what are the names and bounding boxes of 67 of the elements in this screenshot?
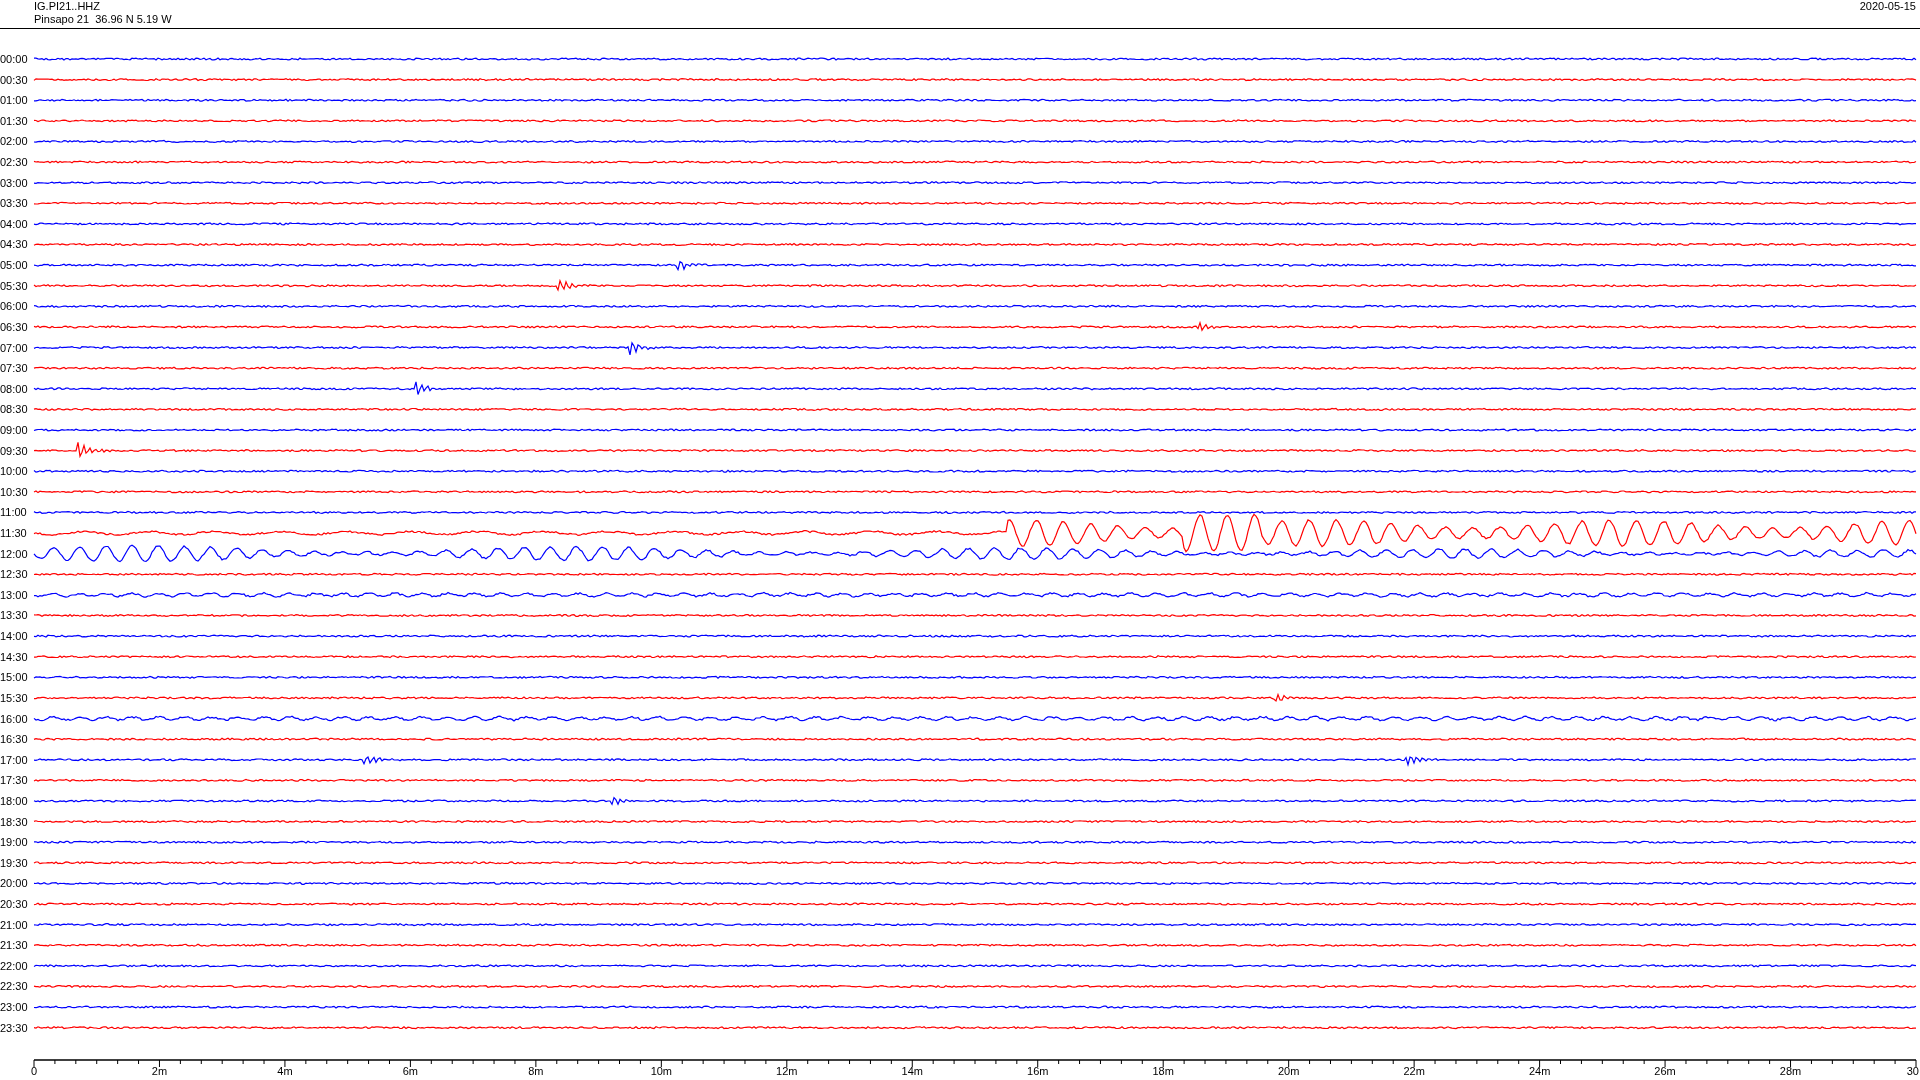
time-label: 08:30 [0,403,28,416]
station-location: Pinsapo 21 36.96 N 5.19 W [34,13,172,26]
time-label: 14:30 [0,650,28,663]
time-label: 12:00 [0,547,28,560]
time-label: 01:00 [0,94,28,107]
time-label: 17:00 [0,753,28,766]
time-label: 13:00 [0,588,28,601]
time-label: 15:00 [0,671,28,684]
time-label: 00:00 [0,53,28,65]
time-label: 06:00 [0,300,28,313]
axis-label: 4m [277,1065,293,1077]
time-label: 03:00 [0,176,28,189]
time-label: 05:30 [0,279,28,292]
time-label: 05:00 [0,259,28,272]
axis-label: 12m [776,1065,798,1077]
time-label: 14:00 [0,630,28,643]
time-label: 12:30 [0,568,28,581]
time-label: 21:00 [0,918,28,931]
time-label: 23:30 [0,1021,28,1034]
time-label: 17:30 [0,774,28,787]
time-label: 04:00 [0,217,28,230]
axis-label: 8m [528,1065,544,1077]
time-label: 19:30 [0,856,28,869]
time-label: 19:00 [0,836,28,849]
time-label: 18:00 [0,794,28,807]
time-label: 20:30 [0,898,28,910]
axis-label: 28m [1779,1065,1802,1077]
time-label: 10:00 [0,465,28,478]
time-label: 02:30 [0,156,28,169]
axis-label: 0 [30,1065,38,1077]
axis-label: 2m [151,1065,168,1077]
time-label: 20:00 [0,877,28,890]
time-label: 06:30 [0,320,28,333]
time-label: 11:00 [0,506,27,519]
time-label: 03:30 [0,197,28,210]
time-label: 23:00 [0,1001,28,1014]
axis-label: 22m [1403,1065,1425,1077]
axis-label: 20m [1277,1065,1300,1077]
axis-label: 24m [1528,1065,1551,1077]
time-label: 01:30 [0,114,28,127]
axis-label: 14m [901,1065,923,1077]
date-label: 2020-05-15 [1859,0,1916,14]
time-label: 02:00 [0,135,28,148]
time-label: 09:00 [0,424,28,436]
time-label: 22:00 [0,959,28,972]
time-label: 07:30 [0,362,28,375]
time-label: 16:30 [0,733,28,746]
time-label: 18:30 [0,815,28,828]
axis-label: 18m [1152,1065,1174,1077]
axis-label: 16m [1027,1065,1049,1077]
time-label: 08:00 [0,382,28,395]
time-label: 11:30 [0,527,27,540]
time-label: 22:30 [0,980,28,993]
axis-label: 30 [1906,1065,1919,1077]
axis-label: 10m [650,1065,673,1077]
time-label: 04:30 [0,238,28,251]
time-label: 16:00 [0,712,28,725]
time-label: 13:30 [0,609,28,622]
axis-label: 26m [1654,1065,1676,1077]
time-label: 00:30 [0,73,28,86]
time-label: 09:30 [0,444,28,457]
time-label: 10:30 [0,485,28,498]
station-code: IG.PI21..HHZ [34,0,102,13]
time-label: 07:00 [0,341,28,354]
time-label: 15:30 [0,691,28,704]
time-label: 21:30 [0,939,28,952]
axis-label: 6m [402,1065,419,1077]
